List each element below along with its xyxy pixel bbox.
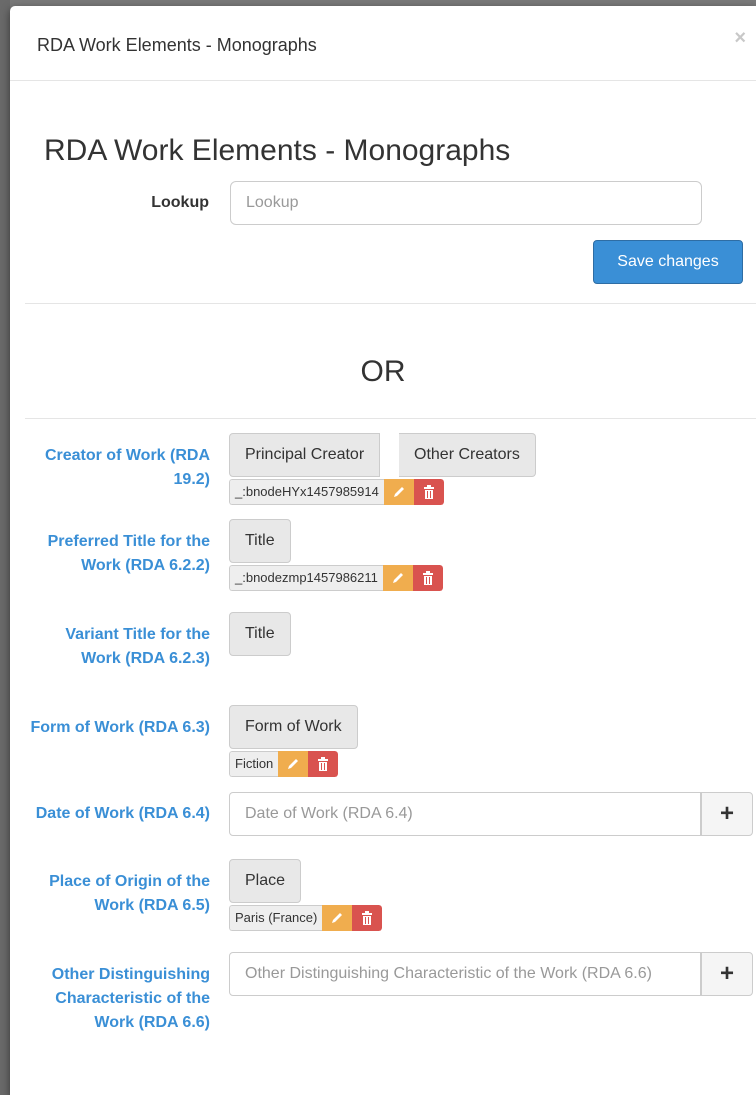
preferred-title-label: Preferred Title for the Work (RDA 6.2.2) [47, 533, 210, 574]
modal-header: RDA Work Elements - Monographs × [10, 6, 756, 81]
divider [25, 303, 756, 304]
other-distinguishing-label: Other Distinguishing Characteristic of t… [51, 966, 210, 1031]
other-distinguishing-add-button[interactable]: + [701, 952, 753, 996]
lookup-label: Lookup [151, 194, 209, 211]
trash-icon[interactable] [413, 479, 444, 505]
date-of-work-input[interactable] [229, 792, 701, 836]
variant-title-button[interactable]: Title [229, 612, 291, 656]
date-of-work-add-button[interactable]: + [701, 792, 753, 836]
pencil-icon[interactable] [383, 479, 414, 505]
pencil-icon[interactable] [382, 565, 413, 591]
preferred-title-tag: _:bnodezmp1457986211 [229, 565, 443, 591]
creator-tag: _:bnodeHYx1457985914 [229, 479, 444, 505]
trash-icon[interactable] [412, 565, 443, 591]
modal-backdrop [0, 0, 10, 1095]
place-of-origin-label: Place of Origin of the Work (RDA 6.5) [49, 873, 210, 914]
date-of-work-label: Date of Work (RDA 6.4) [35, 805, 210, 822]
close-button[interactable]: × [734, 28, 746, 48]
form-of-work-button[interactable]: Form of Work [229, 705, 358, 749]
place-button[interactable]: Place [229, 859, 302, 903]
principal-creator-button[interactable]: Principal Creator [229, 433, 381, 477]
other-creators-button[interactable]: Other Creators [399, 433, 536, 477]
form-of-work-tag-label: Fiction [229, 751, 279, 777]
creator-of-work-label: Creator of Work (RDA 19.2) [44, 447, 210, 488]
form-of-work-tag: Fiction [229, 751, 339, 777]
section-heading: RDA Work Elements - Monographs [44, 134, 511, 167]
pencil-icon[interactable] [322, 905, 353, 931]
preferred-title-button[interactable]: Title [229, 519, 291, 563]
place-tag: Paris (France) [229, 905, 383, 931]
variant-title-label: Variant Title for the Work (RDA 6.2.3) [65, 626, 210, 667]
divider [25, 418, 756, 419]
other-distinguishing-input[interactable] [229, 952, 701, 996]
lookup-input[interactable] [230, 181, 702, 225]
save-changes-button[interactable]: Save changes [593, 240, 743, 284]
creator-tag-label: _:bnodeHYx1457985914 [229, 479, 384, 505]
form-of-work-label: Form of Work (RDA 6.3) [30, 719, 210, 736]
modal-title: RDA Work Elements - Monographs [37, 35, 317, 55]
preferred-title-tag-label: _:bnodezmp1457986211 [229, 565, 383, 591]
or-separator: OR [360, 355, 406, 388]
place-tag-label: Paris (France) [229, 905, 323, 931]
trash-icon[interactable] [352, 905, 383, 931]
trash-icon[interactable] [308, 751, 339, 777]
pencil-icon[interactable] [278, 751, 309, 777]
modal-dialog: RDA Work Elements - Monographs × RDA Wor… [10, 6, 756, 1095]
